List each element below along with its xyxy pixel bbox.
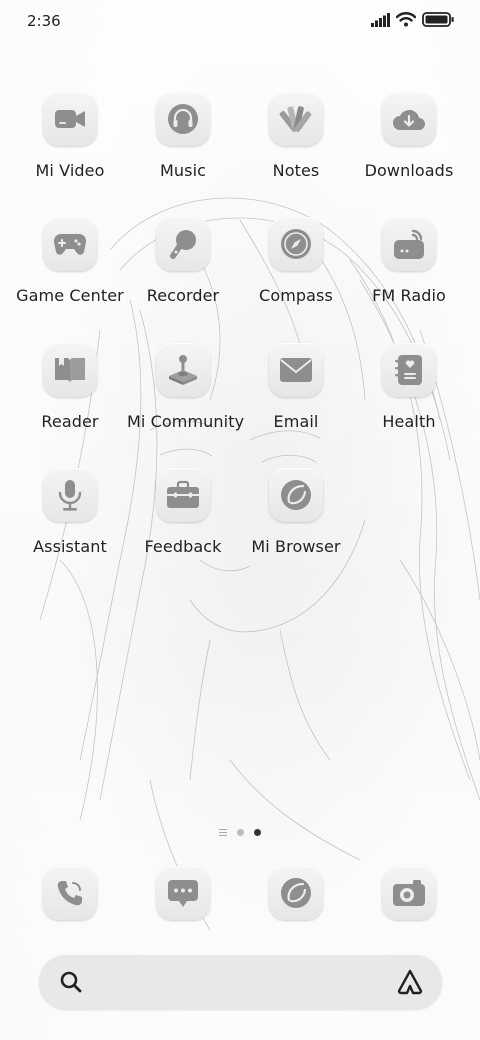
app-label: Assistant bbox=[33, 537, 107, 556]
app-game-center[interactable]: Game Center bbox=[14, 217, 126, 305]
app-feedback[interactable]: Feedback bbox=[127, 468, 239, 556]
app-label: Mi Community bbox=[127, 412, 245, 431]
heart-notebook-icon bbox=[382, 343, 436, 397]
wifi-icon bbox=[396, 12, 416, 27]
dock-browser[interactable] bbox=[240, 866, 352, 920]
app-label: Feedback bbox=[144, 537, 222, 556]
app-mi-browser[interactable]: Mi Browser bbox=[240, 468, 352, 556]
app-label: FM Radio bbox=[372, 286, 446, 305]
app-compass[interactable]: Compass bbox=[240, 217, 352, 305]
app-notes[interactable]: Notes bbox=[240, 92, 352, 180]
page-dot bbox=[237, 829, 244, 836]
microphone-icon bbox=[43, 468, 97, 522]
app-recorder[interactable]: Recorder bbox=[127, 217, 239, 305]
search-icon[interactable] bbox=[59, 970, 83, 994]
app-label: Music bbox=[159, 161, 207, 180]
status-time: 2:36 bbox=[27, 12, 61, 30]
dock-phone[interactable] bbox=[14, 866, 126, 920]
app-reader[interactable]: Reader bbox=[14, 343, 126, 431]
page-indicator[interactable] bbox=[0, 829, 480, 836]
dock-camera[interactable] bbox=[353, 866, 465, 920]
app-label: Game Center bbox=[16, 286, 124, 305]
page-indicator-list-icon bbox=[219, 829, 227, 836]
status-icons bbox=[371, 12, 454, 27]
app-label: Health bbox=[382, 412, 436, 431]
app-label: Reader bbox=[41, 412, 99, 431]
radio-icon bbox=[382, 217, 436, 271]
joystick-icon bbox=[156, 343, 210, 397]
status-bar: 2:36 bbox=[0, 0, 480, 44]
app-label: Notes bbox=[272, 161, 320, 180]
book-icon bbox=[43, 343, 97, 397]
cloud-download-icon bbox=[382, 92, 436, 146]
assistant-triangle-icon[interactable] bbox=[396, 968, 424, 996]
headphones-icon bbox=[156, 92, 210, 146]
app-label: Mi Browser bbox=[251, 537, 341, 556]
app-music[interactable]: Music bbox=[127, 92, 239, 180]
browser-globe-icon bbox=[269, 468, 323, 522]
signal-icon bbox=[371, 12, 390, 27]
dock-messages[interactable] bbox=[127, 866, 239, 920]
app-mi-video[interactable]: Mi Video bbox=[14, 92, 126, 180]
envelope-icon bbox=[269, 343, 323, 397]
page-dot-active bbox=[254, 829, 261, 836]
app-mi-community[interactable]: Mi Community bbox=[127, 343, 245, 431]
camera-icon bbox=[382, 866, 436, 920]
gamepad-icon bbox=[43, 217, 97, 271]
app-label: Mi Video bbox=[35, 161, 105, 180]
browser-globe-icon bbox=[269, 866, 323, 920]
message-bubble-icon bbox=[156, 866, 210, 920]
battery-icon bbox=[422, 12, 454, 27]
microphone-ball-icon bbox=[156, 217, 210, 271]
phone-icon bbox=[43, 866, 97, 920]
app-downloads[interactable]: Downloads bbox=[353, 92, 465, 180]
notes-fan-icon bbox=[269, 92, 323, 146]
app-label: Email bbox=[273, 412, 319, 431]
app-label: Compass bbox=[259, 286, 333, 305]
app-email[interactable]: Email bbox=[240, 343, 352, 431]
app-label: Recorder bbox=[146, 286, 220, 305]
video-camera-icon bbox=[43, 92, 97, 146]
app-assistant[interactable]: Assistant bbox=[14, 468, 126, 556]
compass-icon bbox=[269, 217, 323, 271]
app-fm-radio[interactable]: FM Radio bbox=[353, 217, 465, 305]
search-bar[interactable] bbox=[39, 955, 442, 1009]
app-health[interactable]: Health bbox=[353, 343, 465, 431]
app-label: Downloads bbox=[364, 161, 454, 180]
toolbox-icon bbox=[156, 468, 210, 522]
